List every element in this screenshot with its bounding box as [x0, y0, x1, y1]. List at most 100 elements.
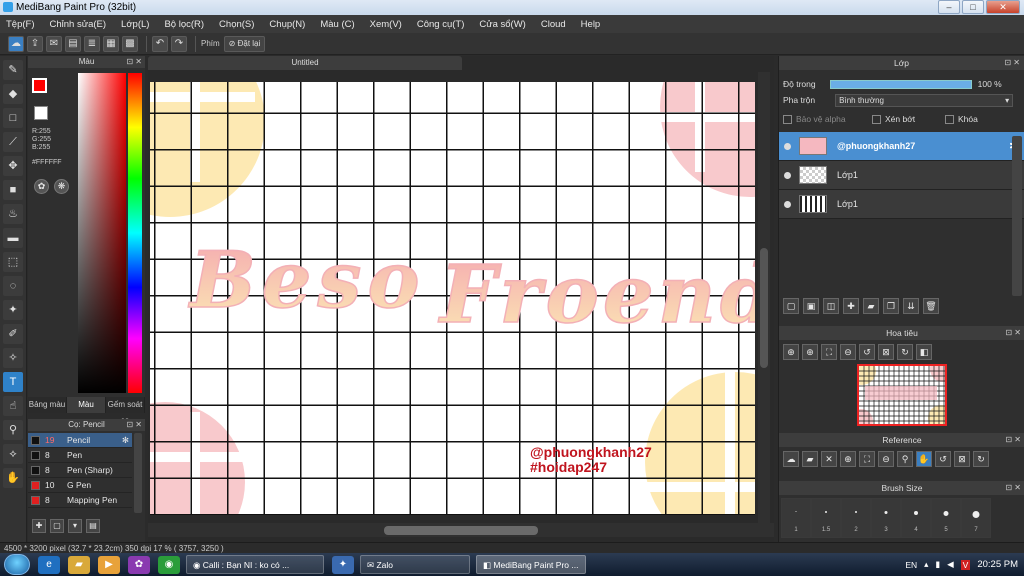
brush-menu-icon[interactable]: ▾: [68, 519, 82, 533]
rotate-right-icon[interactable]: ↻: [897, 344, 913, 360]
zoom-in-icon[interactable]: ⊕: [840, 451, 856, 467]
drawing-canvas[interactable]: Beso Froend @phuongkhanh27 #hoidap247: [150, 82, 755, 515]
eyedropper-tool-icon[interactable]: ⚲: [3, 420, 23, 440]
doc-list-icon[interactable]: ≣: [84, 35, 100, 52]
start-button[interactable]: [4, 554, 30, 575]
eraser-tool-icon[interactable]: ◆: [3, 84, 23, 104]
menu-select[interactable]: Chọn(S): [219, 19, 254, 30]
close-icon[interactable]: ✕: [821, 451, 837, 467]
dot-tool-icon[interactable]: ⟋: [3, 132, 23, 152]
vertical-scroll-thumb[interactable]: [760, 248, 768, 368]
cloud-icon[interactable]: ☁: [783, 451, 799, 467]
app-icon[interactable]: ✿: [128, 555, 150, 574]
move-tool-icon[interactable]: ✥: [3, 156, 23, 176]
hand-tool-icon[interactable]: ✋: [3, 468, 23, 488]
redo-icon[interactable]: ↷: [171, 35, 187, 52]
eyedropper-icon[interactable]: ⚲: [897, 451, 913, 467]
zoom-fit-icon[interactable]: ⊕: [783, 344, 799, 360]
hue-slider[interactable]: [128, 73, 142, 393]
visibility-eye-icon[interactable]: [784, 171, 791, 179]
fill-rect-tool-icon[interactable]: ■: [3, 180, 23, 200]
select-eraser-tool-icon[interactable]: ✧: [3, 348, 23, 368]
menu-edit[interactable]: Chỉnh sửa(E): [50, 19, 107, 30]
menu-layer[interactable]: Lớp(L): [121, 19, 149, 30]
panel-menu-icon[interactable]: ⊡ ✕: [1005, 481, 1021, 495]
canvas-horizontal-scrollbar[interactable]: [148, 523, 774, 537]
vietkey-icon[interactable]: V: [960, 559, 971, 570]
open-folder-icon[interactable]: ▰: [802, 451, 818, 467]
blend-mode-select[interactable]: Bình thường ▾: [835, 93, 1014, 107]
menu-snap[interactable]: Chụp(N): [269, 19, 305, 30]
zoom-in-icon[interactable]: ⊕: [802, 344, 818, 360]
brush-size-option[interactable]: 1.5: [811, 498, 841, 538]
brush-size-option[interactable]: 3: [871, 498, 901, 538]
zoom-out-icon[interactable]: ⊖: [878, 451, 894, 467]
zoom-actual-icon[interactable]: ⛶: [859, 451, 875, 467]
tab-color[interactable]: Màu: [67, 397, 106, 413]
panel-menu-icon[interactable]: ⊡ ✕: [1005, 326, 1021, 340]
select-tool-icon[interactable]: ⬚: [3, 252, 23, 272]
divide-tool-icon[interactable]: ⟡: [3, 444, 23, 464]
panel-menu-icon[interactable]: ⊡ ✕: [1004, 56, 1020, 70]
brush-item-pencil[interactable]: 19 Pencil ✻: [28, 433, 132, 448]
text-tool-icon[interactable]: T: [3, 372, 23, 392]
protect-alpha-checkbox[interactable]: [783, 114, 792, 124]
operation-tool-icon[interactable]: ☝: [3, 396, 23, 416]
new-layer-icon[interactable]: ▢: [783, 298, 799, 314]
cloud-save-icon[interactable]: ☁: [8, 35, 24, 52]
rotate-right-icon[interactable]: ↻: [973, 451, 989, 467]
rotate-left-icon[interactable]: ↺: [935, 451, 951, 467]
brush-item-mapping-pen[interactable]: 8 Mapping Pen: [28, 493, 132, 508]
layer-item-watermark[interactable]: @phuongkhanh27 ✻: [779, 132, 1024, 161]
brush-size-option[interactable]: 5: [931, 498, 961, 538]
document-tab[interactable]: Untitled: [148, 56, 462, 70]
chrome-icon[interactable]: ◉: [158, 555, 180, 574]
magic-wand-tool-icon[interactable]: ✦: [3, 300, 23, 320]
menu-view[interactable]: Xem(V): [370, 19, 402, 30]
brush-item-pen-sharp[interactable]: 8 Pen (Sharp): [28, 463, 132, 478]
maximize-button[interactable]: □: [962, 0, 984, 14]
brush-size-option[interactable]: 2: [841, 498, 871, 538]
undo-icon[interactable]: ↶: [152, 35, 168, 52]
add-brush-icon[interactable]: ✚: [32, 519, 46, 533]
share-icon[interactable]: ⇪: [27, 35, 43, 52]
new-brush-icon[interactable]: ▢: [50, 519, 64, 533]
canvas-vertical-scrollbar[interactable]: [758, 72, 770, 523]
new-halftone-layer-icon[interactable]: ▣: [803, 298, 819, 314]
navigator-preview[interactable]: [857, 364, 947, 426]
reset-button[interactable]: ⊘ Đặt lại: [223, 35, 266, 52]
clipping-checkbox[interactable]: [872, 114, 881, 124]
rotate-left-icon[interactable]: ↺: [859, 344, 875, 360]
gear-icon[interactable]: ✻: [122, 435, 129, 446]
app-icon[interactable]: ✦: [332, 555, 354, 574]
add-layer-menu-icon[interactable]: ✚: [843, 298, 859, 314]
tab-palette[interactable]: Bảng màu: [28, 397, 67, 413]
saturation-value-picker[interactable]: [78, 73, 126, 393]
menu-cloud[interactable]: Cloud: [541, 19, 566, 30]
minimize-button[interactable]: –: [938, 0, 960, 14]
rotate-reset-icon[interactable]: ⊠: [878, 344, 894, 360]
brush-size-option[interactable]: 4: [901, 498, 931, 538]
new-doc-icon[interactable]: ▤: [65, 35, 81, 52]
horizontal-scroll-thumb[interactable]: [384, 526, 538, 535]
ie-icon[interactable]: e: [38, 555, 60, 574]
folder-icon[interactable]: ▰: [68, 555, 90, 574]
visibility-eye-icon[interactable]: [784, 200, 791, 208]
select-pen-tool-icon[interactable]: ✐: [3, 324, 23, 344]
menu-window[interactable]: Cửa sổ(W): [479, 19, 525, 30]
brush-tool-icon[interactable]: ✎: [3, 60, 23, 80]
brush-item-pen[interactable]: 8 Pen: [28, 448, 132, 463]
menu-tools[interactable]: Công cụ(T): [417, 19, 465, 30]
lock-checkbox[interactable]: [945, 114, 954, 124]
palette-icon[interactable]: ✿: [34, 179, 49, 194]
folder-icon[interactable]: ▰: [863, 298, 879, 314]
flip-icon[interactable]: ◧: [916, 344, 932, 360]
brush-size-option[interactable]: 1: [781, 498, 811, 538]
bucket-tool-icon[interactable]: ♨: [3, 204, 23, 224]
comment-icon[interactable]: ✉: [46, 35, 62, 52]
hand-icon[interactable]: ✋: [916, 451, 932, 467]
panel-menu-icon[interactable]: ⊡ ✕: [126, 56, 142, 68]
layer-item-2[interactable]: Lớp1: [779, 190, 1024, 219]
visibility-eye-icon[interactable]: [784, 142, 791, 150]
media-player-icon[interactable]: ▶: [98, 555, 120, 574]
